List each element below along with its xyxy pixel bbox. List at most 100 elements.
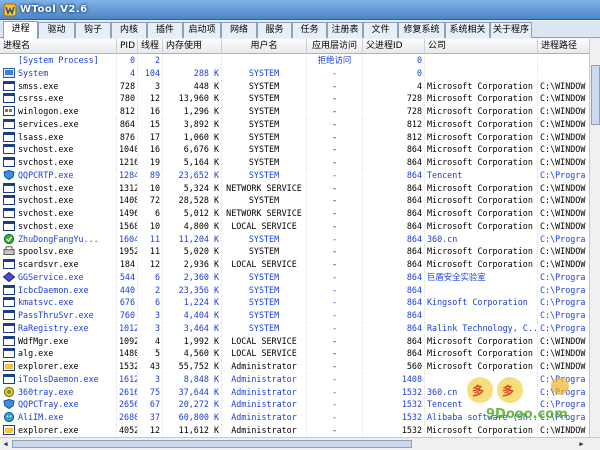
tab-7[interactable]: 服务 [257, 22, 292, 38]
table-row[interactable]: WdfMgr.exe 1092 4 1,992 K LOCAL SERVICE -864 M… [0, 334, 589, 348]
cell-user: SYSTEM [222, 270, 307, 284]
cell-user [222, 54, 307, 67]
table-row[interactable]: svchost.exe 1408 72 28,528 K SYSTEM -864 Micro… [0, 194, 589, 207]
cell-mem: 5,020 K [163, 245, 222, 258]
scroll-left-arrow-icon[interactable]: ◀ [0, 439, 11, 449]
table-row[interactable]: [System Process] 0 2 拒绝访问 0 [0, 54, 589, 67]
tab-10[interactable]: 文件 [363, 22, 398, 38]
tab-1[interactable]: 驱动 [38, 22, 75, 38]
col-threads-header[interactable]: 线程 [138, 39, 163, 54]
cell-ppid: 864 [363, 168, 425, 182]
horizontal-scrollbar[interactable]: ◀ ▶ [0, 437, 600, 450]
cell-name: lsass.exe [0, 130, 117, 144]
cell-access: - [307, 347, 363, 360]
cell-ppid: 864 [363, 245, 425, 258]
table-row[interactable]: svchost.exe 1040 16 6,676 K SYSTEM -864 Micros… [0, 143, 589, 156]
col-access-header[interactable]: 应用层访问 [307, 39, 363, 54]
tab-5[interactable]: 启动项 [183, 22, 221, 38]
table-row[interactable]: svchost.exe 1496 6 5,012 K NETWORK SERVICE -8… [0, 207, 589, 220]
cell-company: Ralink Technology, C... [427, 321, 538, 335]
cell-pid: 440 [117, 283, 138, 297]
cell-mem: 23,652 K [163, 168, 222, 182]
cell-path: C:\WINDOW [538, 92, 589, 105]
scroll-right-arrow-icon[interactable]: ▶ [576, 439, 587, 449]
cell-mem: 20,272 K [163, 398, 222, 411]
table-row[interactable]: IcbcDaemon.exe 440 2 23,356 K SYSTEM -864 C:\P… [0, 283, 589, 297]
col-company-header[interactable]: 公司 [425, 39, 538, 54]
cell-path: C:\Progra [538, 322, 589, 335]
vertical-scroll-thumb[interactable] [591, 65, 600, 125]
cell-access: - [307, 360, 363, 373]
cell-threads: 10 [138, 181, 163, 195]
table-row[interactable]: services.exe 864 15 3,892 K SYSTEM -812 Micros… [0, 117, 589, 131]
cell-path: C:\WINDOW [538, 143, 589, 156]
tab-0[interactable]: 进程 [3, 21, 38, 39]
cell-name: QQPCTray.exe [0, 398, 117, 411]
cell-path: C:\WINDOW [538, 194, 589, 207]
cell-access: - [307, 156, 363, 169]
table-row[interactable]: QQPCRTP.exe 1284 89 23,652 K SYSTEM -864 Tence… [0, 168, 589, 182]
cell-user: SYSTEM [222, 156, 307, 169]
tab-8[interactable]: 任务 [292, 22, 327, 38]
col-memory-header[interactable]: 内存使用 [163, 39, 222, 54]
col-pid-header[interactable]: PID [117, 39, 138, 54]
tab-bar: 进程 驱动 钩子 内核 插件 启动项 网络 服务 任务 注册表 文件 修复系统 系统相关 关于程序 [0, 21, 600, 39]
table-row[interactable]: RaRegistry.exe 1012 3 3,464 K SYSTEM -864 Rali… [0, 321, 589, 335]
table-row[interactable]: alg.exe 1480 5 4,560 K LOCAL SERVICE -864 Micr… [0, 347, 589, 360]
vertical-scrollbar[interactable] [589, 39, 600, 437]
cell-name: svchost.exe [0, 143, 117, 156]
table-row[interactable]: kmatsvc.exe 676 6 1,224 K SYSTEM -864 Kingsoft… [0, 296, 589, 309]
table-row[interactable]: svchost.exe 1216 19 5,164 K SYSTEM -864 Micros… [0, 156, 589, 169]
table-row[interactable]: svchost.exe 1568 10 4,800 K LOCAL SERVICE -86… [0, 219, 589, 233]
cell-user: SYSTEM [222, 321, 307, 335]
horizontal-scroll-thumb[interactable] [12, 440, 412, 448]
cell-name: alg.exe [0, 347, 117, 360]
cell-access: - [307, 92, 363, 105]
title-bar[interactable]: WTool V2.6 [0, 0, 600, 20]
table-row[interactable]: svchost.exe 1312 10 5,324 K NETWORK SERVICE -… [0, 181, 589, 195]
tab-12[interactable]: 系统相关 [445, 22, 490, 38]
cell-path: C:\Progra [538, 309, 589, 322]
col-parent-pid-header[interactable]: 父进程ID [363, 39, 425, 54]
cell-ppid: 864 [363, 347, 425, 360]
cell-threads: 12 [138, 258, 163, 271]
cell-company: Microsoft Corporation [425, 194, 538, 207]
table-row[interactable]: PassThruSvr.exe 760 3 4,404 K SYSTEM -864 C:\P… [0, 309, 589, 322]
tab-6[interactable]: 网络 [221, 22, 257, 38]
table-row[interactable]: winlogon.exe 812 16 1,296 K SYSTEM -728 Micros… [0, 105, 589, 118]
tab-13[interactable]: 关于程序 [490, 22, 532, 38]
tab-9[interactable]: 注册表 [327, 22, 363, 38]
table-row[interactable]: spoolsv.exe 1952 11 5,020 K SYSTEM -864 Micros… [0, 245, 589, 258]
table-row[interactable]: GGService.exe 544 6 2,360 K SYSTEM -864 巨盾安全实验… [0, 270, 589, 284]
table-row[interactable]: lsass.exe 876 17 1,060 K SYSTEM -812 Microsoft… [0, 130, 589, 144]
cell-path: C:\Progra [538, 233, 589, 246]
table-row[interactable]: scardsvr.exe 184 12 2,936 K LOCAL SERVICE -86… [0, 258, 589, 271]
cell-pid: 2656 [119, 398, 138, 411]
col-user-header[interactable]: 用户名 [222, 39, 307, 54]
table-row[interactable]: System 4 104 288 K SYSTEM -0 [0, 66, 589, 80]
tab-3[interactable]: 内核 [111, 22, 147, 38]
cell-path: C:\WINDOW [538, 118, 589, 131]
table-row[interactable]: csrss.exe 780 12 13,960 K SYSTEM -728 Microsof… [0, 92, 589, 105]
cell-threads: 5 [138, 347, 163, 360]
cell-path: C:\WINDOW [538, 156, 589, 169]
cell-path: C:\Progra [538, 271, 589, 284]
cell-mem: 6,676 K [163, 143, 222, 156]
cell-access: - [307, 398, 363, 411]
tab-2[interactable]: 钩子 [75, 22, 111, 38]
cell-access: - [307, 245, 363, 258]
tab-11[interactable]: 修复系统 [398, 22, 445, 38]
cell-path: C:\WINDOW [538, 207, 589, 220]
cell-company: Microsoft Corporation [425, 207, 538, 220]
table-row[interactable]: smss.exe 728 3 448 K SYSTEM -4 Microsoft Corpo… [0, 79, 589, 93]
cell-ppid: 812 [363, 117, 425, 131]
cell-user: Administrator [222, 398, 307, 411]
cell-access: - [307, 207, 363, 220]
tab-4[interactable]: 插件 [147, 22, 183, 38]
col-process-name-header[interactable]: 进程名 [0, 39, 117, 54]
table-row[interactable]: ZhuDongFangYu... 1604 11 11,204 K SYSTEM -864… [0, 232, 589, 246]
cell-pid: 1612 [119, 372, 138, 386]
cell-pid: 1952 [119, 245, 138, 258]
cell-ppid: 864 [363, 219, 425, 233]
cell-user: LOCAL SERVICE [222, 219, 307, 233]
